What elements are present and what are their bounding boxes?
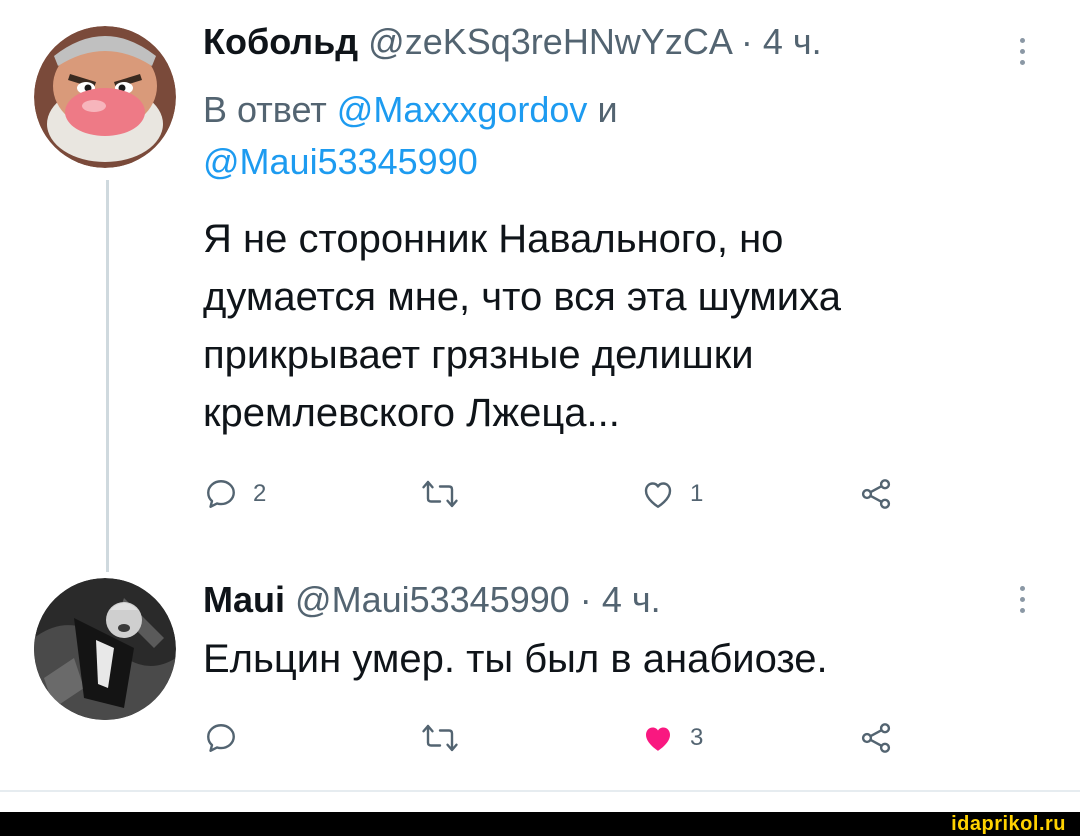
retweet-icon (422, 480, 458, 508)
like-button[interactable]: 1 (640, 476, 703, 512)
tweet[interactable]: Кобольд @zeKSq3reHNwYzCA · 4 ч. В ответ … (0, 0, 1080, 572)
tweet-text: Я не сторонник Навального, но думается м… (203, 210, 963, 442)
reply-context: В ответ @Maxxxgordov и @Maui53345990 (203, 84, 903, 188)
divider (0, 790, 1080, 792)
reply-prefix: В ответ (203, 89, 327, 130)
share-icon (861, 479, 891, 509)
tweet[interactable]: Maui @Maui53345990 · 4 ч. Ельцин умер. т… (0, 560, 1080, 790)
share-button[interactable] (858, 720, 894, 756)
avatar-image (34, 578, 176, 720)
avatar[interactable] (34, 26, 176, 168)
reply-button[interactable] (203, 720, 239, 756)
heart-icon (644, 482, 672, 508)
timestamp[interactable]: 4 ч. (763, 21, 822, 62)
share-icon (861, 723, 891, 753)
mention-link[interactable]: @Maxxxgordov (337, 89, 588, 130)
author-name[interactable]: Maui (203, 579, 285, 620)
watermark-bar: idaprikol.ru (0, 812, 1080, 836)
heart-filled-shape (646, 727, 670, 751)
tweet-text-line: Я не сторонник Навального, но (203, 217, 784, 261)
heart-icon (646, 727, 670, 751)
like-count: 3 (690, 724, 704, 751)
avatar-image (34, 26, 176, 168)
timestamp[interactable]: 4 ч. (602, 579, 661, 620)
more-vertical-icon (1019, 586, 1025, 591)
tweet-text-line: кремлевского Лжеца... (203, 391, 620, 435)
reply-button[interactable]: 2 (203, 476, 266, 512)
like-button[interactable]: 3 (640, 720, 703, 756)
more-vertical-icon (1019, 38, 1025, 43)
retweet-icon (422, 724, 458, 752)
share-button[interactable] (858, 476, 894, 512)
retweet-button[interactable] (420, 720, 460, 756)
more-menu-button[interactable] (1016, 586, 1028, 613)
like-count: 1 (690, 480, 704, 507)
tweet-text-line: думается мне, что вся эта шумиха (203, 275, 841, 319)
mention-link[interactable]: @Maui53345990 (203, 141, 478, 182)
separator: · (579, 579, 592, 620)
author-name[interactable]: Кобольд (203, 21, 358, 62)
tweet-text: Ельцин умер. ты был в анабиозе. (203, 637, 828, 681)
author-handle[interactable]: @zeKSq3reHNwYzCA (368, 21, 731, 62)
conjunction: и (597, 89, 618, 130)
tweet-header: Кобольд @zeKSq3reHNwYzCA · 4 ч. (203, 20, 822, 64)
avatar[interactable] (34, 578, 176, 720)
author-handle[interactable]: @Maui53345990 (295, 579, 570, 620)
thread-connector (106, 180, 109, 572)
separator: · (740, 21, 753, 62)
more-menu-button[interactable] (1016, 38, 1028, 65)
tweet-header: Maui @Maui53345990 · 4 ч. (203, 578, 661, 622)
reply-icon (207, 724, 235, 752)
tweet-text-line: прикрывает грязные делишки (203, 333, 754, 377)
reply-count: 2 (253, 480, 267, 507)
watermark-text: idaprikol.ru (951, 813, 1066, 835)
reply-icon (207, 480, 235, 508)
retweet-button[interactable] (420, 476, 460, 512)
